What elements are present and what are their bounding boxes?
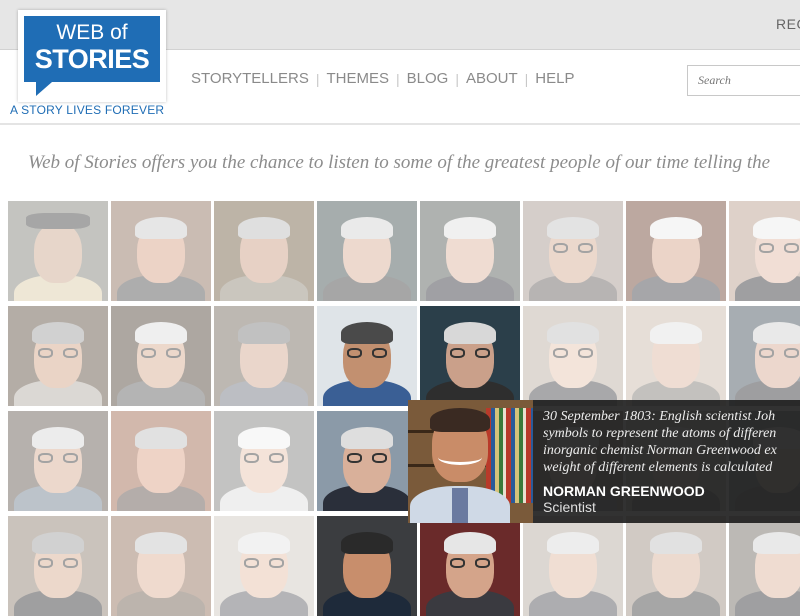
storyteller-thumbnail[interactable] xyxy=(111,411,211,511)
popup-name: NORMAN GREENWOOD xyxy=(543,483,705,499)
storyteller-thumbnail[interactable] xyxy=(626,516,726,616)
storyteller-thumbnail[interactable] xyxy=(729,516,800,616)
storyteller-thumbnail[interactable] xyxy=(214,516,314,616)
storyteller-thumbnail[interactable] xyxy=(523,306,623,406)
popup-line: symbols to represent the atoms of differ… xyxy=(543,426,777,441)
storyteller-thumbnail[interactable] xyxy=(111,306,211,406)
storyteller-thumbnail[interactable] xyxy=(317,306,417,406)
storyteller-thumbnail[interactable] xyxy=(111,201,211,301)
storyteller-thumbnail[interactable] xyxy=(420,516,520,616)
storyteller-thumbnail[interactable] xyxy=(729,306,800,406)
storyteller-popup[interactable]: 30 September 1803: English scientist Joh… xyxy=(408,400,800,523)
storyteller-thumbnail[interactable] xyxy=(214,201,314,301)
storyteller-thumbnail[interactable] xyxy=(317,201,417,301)
glasses-icon xyxy=(450,558,490,568)
storyteller-thumbnail[interactable] xyxy=(8,306,108,406)
storyteller-thumbnail[interactable] xyxy=(420,201,520,301)
storyteller-thumbnail[interactable] xyxy=(8,411,108,511)
storyteller-thumbnail[interactable] xyxy=(626,201,726,301)
storyteller-thumbnail[interactable] xyxy=(214,306,314,406)
storyteller-thumbnail[interactable] xyxy=(729,201,800,301)
storyteller-portrait xyxy=(408,400,533,523)
storyteller-thumbnail[interactable] xyxy=(626,306,726,406)
storyteller-thumbnail[interactable] xyxy=(523,516,623,616)
popup-line: 30 September 1803: English scientist Joh xyxy=(543,409,776,424)
popup-line: weight of different elements is calculat… xyxy=(543,460,773,475)
storyteller-thumbnail[interactable] xyxy=(317,411,417,511)
popup-line: inorganic chemist Norman Greenwood ex xyxy=(543,443,777,458)
glasses-icon xyxy=(347,453,387,463)
storyteller-thumbnail[interactable] xyxy=(317,516,417,616)
storyteller-thumbnail[interactable] xyxy=(523,201,623,301)
popup-role: Scientist xyxy=(543,499,596,515)
storyteller-thumbnail[interactable] xyxy=(420,306,520,406)
storyteller-thumbnail[interactable] xyxy=(8,516,108,616)
storyteller-thumbnail[interactable] xyxy=(214,411,314,511)
storyteller-thumbnail[interactable] xyxy=(8,201,108,301)
storyteller-thumbnail[interactable] xyxy=(111,516,211,616)
glasses-icon xyxy=(450,348,490,358)
glasses-icon xyxy=(347,348,387,358)
popup-description: 30 September 1803: English scientist Joh… xyxy=(543,408,800,476)
